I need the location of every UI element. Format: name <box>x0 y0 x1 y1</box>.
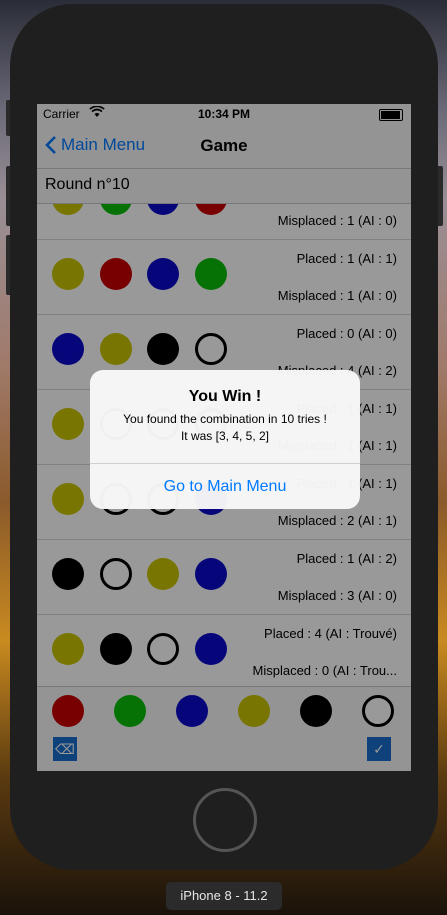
home-button[interactable] <box>193 788 257 852</box>
device-label: iPhone 8 - 11.2 <box>166 882 282 910</box>
app-screen: Carrier 10:34 PM Main Menu Game Round n°… <box>37 104 411 771</box>
alert-message-line1: You found the combination in 10 tries ! <box>123 412 327 426</box>
win-alert: You Win ! You found the combination in 1… <box>90 370 360 509</box>
alert-message-line2: It was [3, 4, 5, 2] <box>180 429 270 443</box>
alert-title: You Win ! <box>188 388 262 405</box>
go-to-main-menu-button[interactable]: Go to Main Menu <box>90 464 360 509</box>
